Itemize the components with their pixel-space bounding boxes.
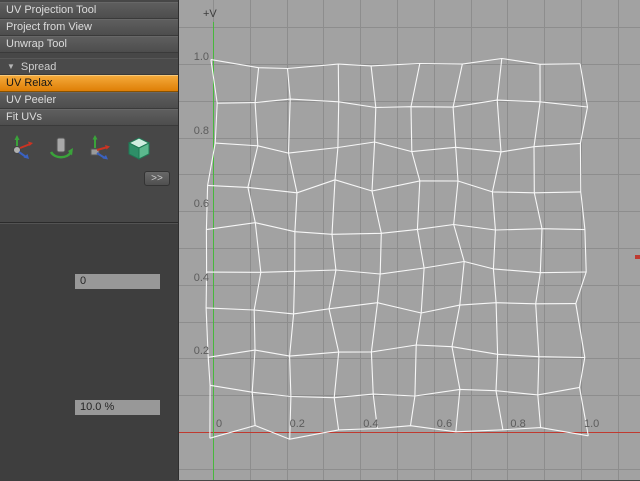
expand-button[interactable]: >> <box>144 171 170 186</box>
uv-mesh-wire <box>206 303 576 314</box>
uv-mesh-wire <box>211 59 580 69</box>
uv-mesh-wire <box>217 99 587 107</box>
v-tick-label: 0.8 <box>183 125 209 137</box>
u-tick-label: 0.6 <box>437 418 452 430</box>
tool-uv-peeler[interactable]: UV Peeler <box>0 92 178 109</box>
uv-mesh-wire <box>329 64 339 430</box>
percent-field[interactable]: 10.0 % <box>75 400 160 415</box>
uv-mesh-wire <box>288 69 298 440</box>
v-tick-label: 1.0 <box>183 51 209 63</box>
v-axis-title: +V <box>203 8 217 20</box>
tool-uv-projection[interactable]: UV Projection Tool <box>0 2 178 19</box>
u-tick-label: 0 <box>216 418 222 430</box>
uv-mesh-wire <box>208 180 581 193</box>
properties-panel: 0 10.0 % <box>0 222 178 481</box>
uv-mesh-wire <box>208 345 585 358</box>
cube-tool-button[interactable] <box>121 131 157 163</box>
tool-list: UV Projection Tool Project from View Unw… <box>0 0 178 53</box>
uv-mesh-wire <box>371 66 381 429</box>
triangle-down-icon: ▼ <box>7 62 15 71</box>
uv-mesh-wire <box>452 64 464 432</box>
move-tool-icon <box>8 133 36 161</box>
section-label: Spread <box>21 61 56 73</box>
iterations-field[interactable]: 0 <box>75 274 160 289</box>
u-tick-label: 0.2 <box>290 418 305 430</box>
bend-tool-icon <box>47 133 75 161</box>
expand-row: >> <box>0 165 178 186</box>
uv-mesh-wire <box>576 64 589 436</box>
u-axis-edge-marker <box>635 255 640 259</box>
uv-mesh-wire <box>534 64 542 427</box>
uv-mesh-wire <box>492 59 503 430</box>
uv-mesh-wire <box>411 64 425 426</box>
tool-uv-relax[interactable]: UV Relax <box>0 75 178 92</box>
v-tick-label: 0.6 <box>183 198 209 210</box>
v-tick-label: 0.4 <box>183 272 209 284</box>
tool-unwrap[interactable]: Unwrap Tool <box>0 36 178 53</box>
cube-tool-icon <box>125 133 153 161</box>
v-tick-label: 0.2 <box>183 345 209 357</box>
uv-canvas <box>179 0 640 480</box>
tool-project-from-view[interactable]: Project from View <box>0 19 178 36</box>
tool-sidebar: UV Projection Tool Project from View Unw… <box>0 0 178 480</box>
u-tick-label: 1.0 <box>584 418 599 430</box>
move-tool-button[interactable] <box>4 131 40 163</box>
u-tick-label: 0.8 <box>510 418 525 430</box>
uv-mesh-wire <box>248 68 261 426</box>
section-spread[interactable]: ▼ Spread <box>0 58 178 75</box>
axis-drop-tool-icon <box>86 133 114 161</box>
u-tick-label: 0.4 <box>363 418 378 430</box>
uv-mesh-wire <box>207 262 587 275</box>
axis-drop-tool-button[interactable] <box>82 131 118 163</box>
bend-tool-button[interactable] <box>43 131 79 163</box>
uv-mesh-wire <box>206 223 585 235</box>
uv-viewport[interactable]: 1.0 0.8 0.6 0.4 0.2 0 0.2 0.4 0.6 0.8 1.0 +V <box>178 0 640 480</box>
tool-icon-row <box>0 126 178 165</box>
tool-fit-uvs[interactable]: Fit UVs <box>0 109 178 126</box>
